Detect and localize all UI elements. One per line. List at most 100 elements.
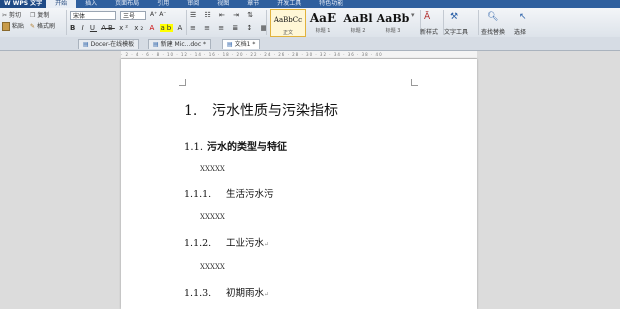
sort-icon[interactable]: ⇅ bbox=[247, 11, 256, 19]
decrease-indent-icon[interactable]: ⇤ bbox=[219, 11, 228, 19]
tab-docer-templates[interactable]: ▤ Docer-在线模板 bbox=[78, 39, 140, 49]
style-label: 正文 bbox=[282, 30, 293, 36]
heading-text: 工业污水 bbox=[226, 238, 265, 249]
paragraph-align-buttons: ≡ ≡ ≡ ≣ ↕ ▦ bbox=[190, 24, 270, 32]
justify-icon[interactable]: ≣ bbox=[232, 24, 241, 32]
body-paragraph: XXXXX bbox=[200, 213, 225, 221]
document-icon: ▤ bbox=[83, 41, 89, 48]
menu-special[interactable]: 特色功能 bbox=[310, 0, 352, 8]
style-label: 标题 3 bbox=[385, 28, 401, 34]
tab-new-mic-doc[interactable]: ▤ 新建 Mic...doc * bbox=[148, 39, 212, 49]
body-paragraph: XXXXX bbox=[200, 165, 225, 173]
format-painter-button[interactable]: ✎ 格式刷 bbox=[30, 21, 55, 30]
style-label: 标题 2 bbox=[350, 28, 366, 34]
font-name-select[interactable]: 宋体 bbox=[70, 11, 116, 20]
style-heading-1[interactable]: AaE 标题 1 bbox=[305, 9, 341, 37]
style-label: 标题 1 bbox=[315, 28, 331, 34]
heading-text: 污水的类型与特征 bbox=[207, 142, 287, 153]
style-heading-3[interactable]: AaBb 标题 3 bbox=[375, 9, 411, 37]
chevron-down-icon: ▾ bbox=[411, 11, 415, 19]
underline-icon[interactable]: U bbox=[90, 24, 97, 32]
paragraph-mark: ↵ bbox=[264, 241, 270, 248]
menu-section[interactable]: 章节 bbox=[238, 0, 268, 8]
text-tools-button-icon: ⚒ bbox=[450, 12, 459, 22]
bold-icon[interactable]: B bbox=[70, 24, 77, 32]
copy-icon: ❐ bbox=[30, 12, 36, 19]
cut-button[interactable]: ✂ 剪切 bbox=[2, 10, 21, 19]
paste-button[interactable]: 粘贴 bbox=[2, 21, 24, 31]
numbered-list-icon[interactable]: ☷ bbox=[205, 11, 214, 19]
paragraph-mark: ↵ bbox=[264, 291, 270, 298]
paste-label: 粘贴 bbox=[11, 23, 24, 30]
menu-references[interactable]: 引用 bbox=[148, 0, 178, 8]
align-right-icon[interactable]: ≡ bbox=[218, 24, 227, 32]
find-replace-icon: 🔍︎ bbox=[487, 12, 499, 22]
menu-insert[interactable]: 插入 bbox=[76, 0, 106, 8]
document-icon: ▤ bbox=[227, 41, 233, 48]
font-style-buttons: B I U AB x² x₂ A ab A bbox=[70, 24, 184, 32]
divider bbox=[186, 10, 187, 35]
line-spacing-icon[interactable]: ↕ bbox=[246, 24, 255, 32]
menu-bar: W WPS 文字 开始 插入 页面布局 引用 审阅 视图 章节 开发工具 特色功… bbox=[0, 0, 620, 8]
heading-number: 1.1.2. bbox=[184, 238, 212, 249]
font-color-icon[interactable]: A bbox=[149, 24, 156, 32]
horizontal-ruler[interactable]: · 2 · 4 · 6 · 8 · 10 · 12 · 14 · 16 · 18… bbox=[121, 51, 477, 59]
find-replace-button[interactable]: 查找替换 bbox=[481, 27, 505, 36]
heading-number: 1. bbox=[184, 103, 198, 119]
heading-3: 1.1.1. 生活污水污 bbox=[184, 186, 274, 200]
style-preview: AaBbCc bbox=[273, 16, 303, 24]
divider bbox=[266, 10, 267, 35]
heading-3: 1.1.2. 工业污水↵ bbox=[184, 235, 269, 249]
style-preview: AaBl bbox=[343, 13, 373, 24]
heading-text: 初期雨水 bbox=[226, 288, 265, 299]
body-paragraph: XXXXX bbox=[200, 263, 225, 271]
superscript-icon[interactable]: x² bbox=[119, 24, 130, 32]
heading-number: 1.1.1. bbox=[184, 189, 212, 200]
tab-label: 新建 Mic...doc * bbox=[160, 41, 207, 48]
heading-text: 污水性质与污染指标 bbox=[212, 103, 338, 119]
copy-label: 复制 bbox=[37, 12, 50, 19]
menu-page-layout[interactable]: 页面布局 bbox=[106, 0, 148, 8]
app-menu-button[interactable]: W WPS 文字 bbox=[0, 0, 47, 8]
increase-indent-icon[interactable]: ⇥ bbox=[233, 11, 242, 19]
menu-developer[interactable]: 开发工具 bbox=[268, 0, 310, 8]
align-left-icon[interactable]: ≡ bbox=[190, 24, 199, 32]
tab-document1[interactable]: ▤ 文档1 * bbox=[222, 39, 261, 49]
cut-label: 剪切 bbox=[8, 12, 21, 19]
style-preview: AaE bbox=[309, 13, 337, 24]
menu-view[interactable]: 视图 bbox=[208, 0, 238, 8]
style-preview: AaBb bbox=[376, 13, 410, 24]
strikethrough-icon[interactable]: AB bbox=[101, 24, 115, 32]
menu-review[interactable]: 审阅 bbox=[178, 0, 208, 8]
text-tools-button[interactable]: 文字工具 bbox=[444, 27, 468, 36]
grow-shrink-font[interactable]: A⁺ A⁻ bbox=[150, 11, 166, 18]
style-normal[interactable]: AaBbCc 正文 bbox=[270, 9, 306, 37]
document-tab-bar: ▤ Docer-在线模板 ▤ 新建 Mic...doc * ▤ 文档1 * bbox=[0, 37, 620, 51]
font-size-select[interactable]: 三号 bbox=[120, 11, 146, 20]
bullet-list-icon[interactable]: ☰ bbox=[190, 11, 199, 19]
paragraph-list-buttons: ☰ ☷ ⇤ ⇥ ⇅ bbox=[190, 11, 256, 19]
select-button[interactable]: 选择 bbox=[514, 27, 526, 36]
heading-3: 1.1.3. 初期雨水↵ bbox=[184, 285, 269, 299]
subscript-icon[interactable]: x₂ bbox=[134, 24, 145, 32]
document-page[interactable]: 1. 污水性质与污染指标 1.1. 污水的类型与特征 XXXXX 1.1.1. 生活污… bbox=[121, 59, 477, 309]
italic-icon[interactable]: I bbox=[82, 24, 86, 32]
align-center-icon[interactable]: ≡ bbox=[204, 24, 213, 32]
brush-icon: ✎ bbox=[30, 23, 36, 30]
tab-label: Docer-在线模板 bbox=[90, 41, 135, 48]
style-heading-2[interactable]: AaBl 标题 2 bbox=[340, 9, 376, 37]
tab-label: 文档1 * bbox=[234, 41, 256, 48]
copy-button[interactable]: ❐ 复制 bbox=[30, 10, 49, 19]
clipboard-icon bbox=[2, 22, 10, 31]
new-style-label[interactable]: 新样式 bbox=[420, 27, 438, 36]
document-content[interactable]: 1. 污水性质与污染指标 1.1. 污水的类型与特征 XXXXX 1.1.1. 生活污… bbox=[121, 59, 477, 309]
highlight-icon[interactable]: ab bbox=[160, 24, 174, 32]
divider bbox=[478, 10, 479, 35]
grow-font-icon: A⁺ bbox=[150, 11, 158, 18]
divider bbox=[66, 10, 67, 35]
heading-number: 1.1.3. bbox=[184, 288, 212, 299]
styles-scroll[interactable]: ▾ bbox=[411, 11, 415, 19]
heading-text: 生活污水污 bbox=[226, 189, 274, 200]
menu-home[interactable]: 开始 bbox=[46, 0, 77, 8]
char-shading-icon[interactable]: A bbox=[177, 24, 184, 32]
